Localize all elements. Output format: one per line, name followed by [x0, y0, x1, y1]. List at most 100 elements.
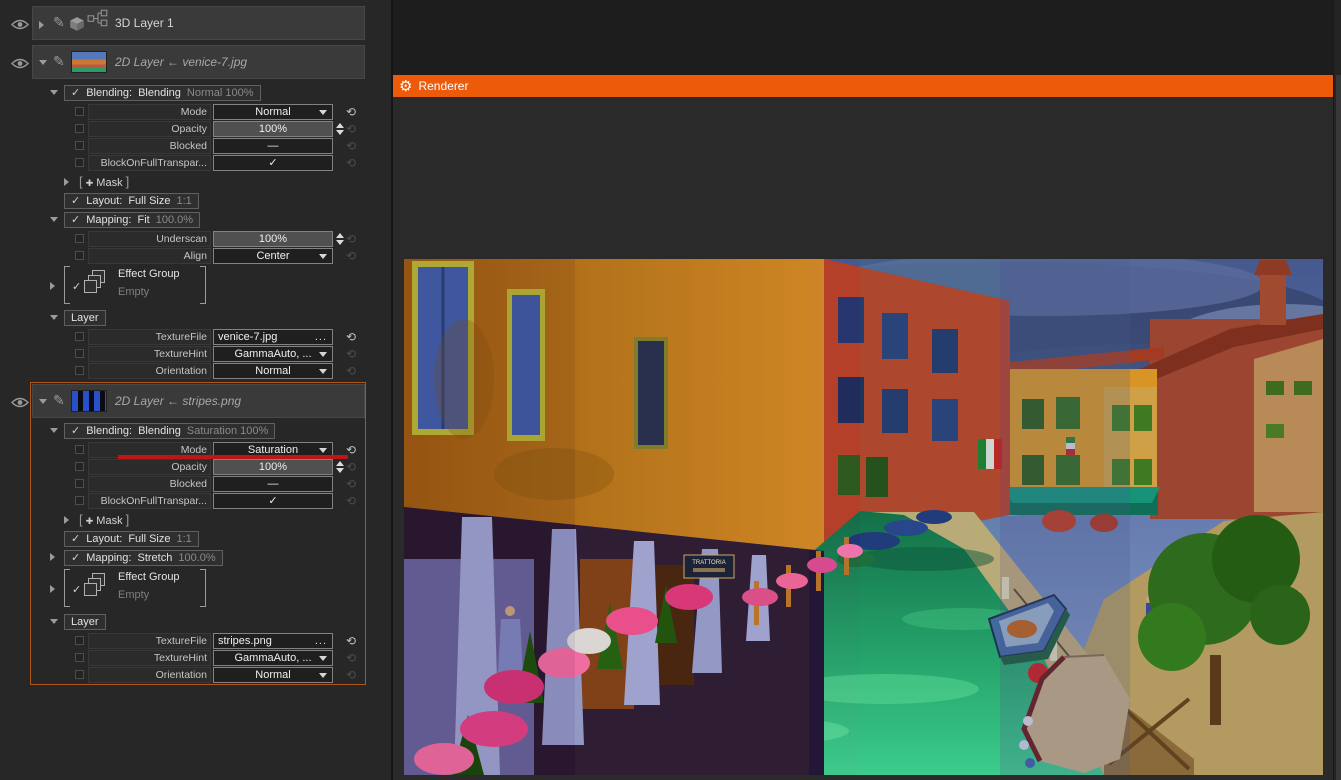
collapse-icon[interactable]	[50, 619, 58, 624]
expand-icon[interactable]	[50, 553, 55, 561]
layout-section-header[interactable]: Layout: Full Size 1:1	[64, 531, 199, 547]
renderer-titlebar[interactable]: ⚙ Renderer	[393, 75, 1333, 97]
gear-icon[interactable]: ⚙	[399, 79, 412, 94]
check-icon[interactable]	[71, 551, 80, 565]
collapse-icon[interactable]	[50, 217, 58, 222]
mapping-section-header[interactable]: Mapping: Stretch 100.0%	[64, 550, 223, 566]
layout-section-header[interactable]: Layout: Full Size 1:1	[64, 193, 199, 209]
animate-checkbox[interactable]	[75, 653, 84, 662]
animate-checkbox[interactable]	[75, 366, 84, 375]
animate-checkbox[interactable]	[75, 158, 84, 167]
block-on-full-transparent-toggle[interactable]: ✓	[213, 155, 333, 171]
check-icon[interactable]	[71, 424, 80, 438]
scrollbar[interactable]	[1333, 0, 1341, 780]
reset-icon[interactable]	[346, 634, 358, 647]
reset-icon[interactable]	[346, 651, 358, 664]
visibility-eye-icon[interactable]	[11, 17, 29, 29]
animate-checkbox[interactable]	[75, 124, 84, 133]
reset-icon[interactable]	[346, 668, 358, 681]
collapse-icon[interactable]	[50, 428, 58, 433]
animate-checkbox[interactable]	[75, 479, 84, 488]
expand-icon[interactable]	[64, 516, 69, 524]
reset-icon[interactable]	[346, 347, 358, 360]
animate-checkbox[interactable]	[75, 496, 84, 505]
blocked-toggle[interactable]: —	[213, 138, 333, 154]
browse-button[interactable]: ...	[315, 634, 327, 648]
visibility-eye-icon[interactable]	[11, 56, 29, 68]
animate-checkbox[interactable]	[75, 670, 84, 679]
animate-checkbox[interactable]	[75, 107, 84, 116]
animate-checkbox[interactable]	[75, 251, 84, 260]
reset-icon[interactable]	[346, 364, 358, 377]
browse-button[interactable]: ...	[315, 330, 327, 344]
check-icon[interactable]	[72, 580, 81, 598]
blending-section-header[interactable]: Blending: Blending Normal 100%	[64, 85, 261, 101]
animate-checkbox[interactable]	[75, 349, 84, 358]
expand-icon[interactable]	[50, 282, 55, 290]
reset-icon[interactable]	[346, 105, 358, 118]
texture-file-input[interactable]: stripes.png...	[213, 633, 333, 649]
underscan-input[interactable]: 100%	[213, 231, 333, 247]
reset-icon[interactable]	[346, 330, 358, 343]
texture-file-input[interactable]: venice-7.jpg...	[213, 329, 333, 345]
reset-icon[interactable]	[346, 122, 358, 135]
pencil-icon[interactable]: ✎	[53, 53, 65, 70]
blocked-toggle[interactable]: —	[213, 476, 333, 492]
mapping-section-header[interactable]: Mapping: Fit 100.0%	[64, 212, 200, 228]
opacity-input[interactable]: 100%	[213, 121, 333, 137]
visibility-eye-icon[interactable]	[11, 395, 29, 407]
layer-header-3d[interactable]: ✎ 3D Layer 1	[32, 6, 365, 40]
check-icon[interactable]	[71, 194, 80, 208]
mask-row[interactable]: [ Mask ]	[79, 512, 129, 527]
orientation-dropdown[interactable]: Normal	[213, 667, 333, 683]
reset-icon[interactable]	[346, 494, 358, 507]
check-icon[interactable]	[71, 86, 80, 100]
expand-icon[interactable]	[50, 585, 55, 593]
stepper[interactable]	[336, 461, 345, 473]
reset-icon[interactable]	[346, 156, 358, 169]
reset-icon[interactable]	[346, 139, 358, 152]
check-icon[interactable]	[71, 532, 80, 546]
texture-hint-dropdown[interactable]: GammaAuto, ...	[213, 650, 333, 666]
mode-dropdown[interactable]: Normal	[213, 104, 333, 120]
collapse-icon[interactable]	[39, 399, 47, 404]
opacity-input[interactable]: 100%	[213, 459, 333, 475]
scrollbar-thumb[interactable]	[1336, 75, 1341, 780]
collapse-icon[interactable]	[50, 90, 58, 95]
effect-group[interactable]: Effect Group Empty	[64, 569, 206, 607]
reset-icon[interactable]	[346, 249, 358, 262]
layer-section-header[interactable]: Layer	[64, 310, 106, 326]
animate-checkbox[interactable]	[75, 636, 84, 645]
animate-checkbox[interactable]	[75, 462, 84, 471]
animate-checkbox[interactable]	[75, 445, 84, 454]
pencil-icon[interactable]: ✎	[53, 14, 65, 31]
reset-icon[interactable]	[346, 232, 358, 245]
align-dropdown[interactable]: Center	[213, 248, 333, 264]
layer-section-header[interactable]: Layer	[64, 614, 106, 630]
orientation-dropdown[interactable]: Normal	[213, 363, 333, 379]
animate-checkbox[interactable]	[75, 332, 84, 341]
stepper[interactable]	[336, 123, 345, 135]
animate-checkbox[interactable]	[75, 234, 84, 243]
stepper[interactable]	[336, 233, 345, 245]
block-on-full-transparent-toggle[interactable]: ✓	[213, 493, 333, 509]
blending-section-header[interactable]: Blending: Blending Saturation 100%	[64, 423, 275, 439]
effect-group[interactable]: Effect Group Empty	[64, 266, 206, 304]
reset-icon[interactable]	[346, 460, 358, 473]
plus-icon[interactable]	[86, 177, 94, 189]
collapse-icon[interactable]	[50, 315, 58, 320]
pencil-icon[interactable]: ✎	[53, 392, 65, 409]
check-icon[interactable]	[71, 213, 80, 227]
check-icon[interactable]	[72, 277, 81, 295]
reset-icon[interactable]	[346, 477, 358, 490]
animate-checkbox[interactable]	[75, 141, 84, 150]
collapse-icon[interactable]	[39, 60, 47, 65]
plus-icon[interactable]	[86, 515, 94, 527]
prop-label: Opacity	[88, 459, 211, 475]
layer-header-stripes[interactable]: ✎ 2D Layer ← stripes.png	[32, 384, 365, 418]
expand-icon[interactable]	[39, 21, 44, 29]
layer-header-venice[interactable]: ✎ 2D Layer ← venice-7.jpg	[32, 45, 365, 79]
expand-icon[interactable]	[64, 178, 69, 186]
mask-row[interactable]: [ Mask ]	[79, 174, 129, 189]
texture-hint-dropdown[interactable]: GammaAuto, ...	[213, 346, 333, 362]
